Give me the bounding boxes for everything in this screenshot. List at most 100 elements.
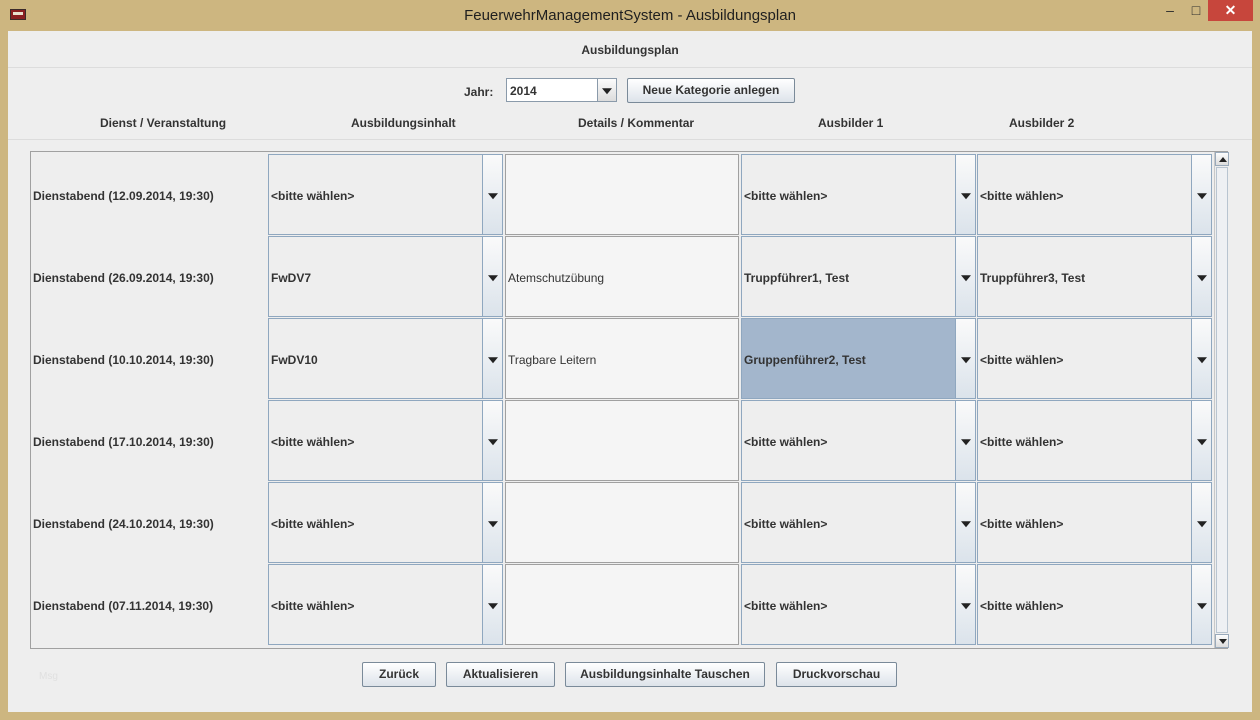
chevron-down-icon[interactable]	[955, 155, 975, 234]
content-combo[interactable]: <bitte wählen>	[268, 564, 503, 645]
trainer1-combo[interactable]: <bitte wählen>	[741, 564, 976, 645]
trainer1-combo[interactable]: <bitte wählen>	[741, 400, 976, 481]
chevron-down-icon[interactable]	[482, 319, 502, 398]
details-field[interactable]	[505, 154, 739, 235]
column-header-details: Details / Kommentar	[578, 116, 695, 130]
chevron-down-icon[interactable]	[482, 155, 502, 234]
chevron-down-icon[interactable]	[597, 79, 616, 101]
details-value: Atemschutzübung	[508, 271, 605, 285]
chevron-down-icon[interactable]	[482, 483, 502, 562]
content-value: <bitte wählen>	[271, 599, 355, 613]
refresh-button[interactable]: Aktualisieren	[446, 662, 555, 687]
back-button[interactable]: Zurück	[362, 662, 436, 687]
trainer1-value: <bitte wählen>	[744, 517, 828, 531]
close-button[interactable]: ✕	[1208, 0, 1253, 21]
minimize-button[interactable]: –	[1157, 0, 1183, 21]
trainer1-value: <bitte wählen>	[744, 435, 828, 449]
chevron-up-icon	[1219, 157, 1227, 162]
trainer2-combo[interactable]: <bitte wählen>	[977, 318, 1212, 399]
chevron-down-icon[interactable]	[1191, 319, 1211, 398]
scroll-thumb[interactable]	[1216, 167, 1228, 633]
swap-contents-button[interactable]: Ausbildungsinhalte Tauschen	[565, 662, 765, 687]
chevron-down-icon[interactable]	[1191, 155, 1211, 234]
trainer1-value: Gruppenführer2, Test	[744, 353, 866, 367]
trainer2-combo[interactable]: <bitte wählen>	[977, 154, 1212, 235]
details-field[interactable]	[505, 400, 739, 481]
chevron-down-icon[interactable]	[1191, 565, 1211, 644]
content-value: <bitte wählen>	[271, 435, 355, 449]
chevron-down-icon[interactable]	[955, 237, 975, 316]
trainer2-combo[interactable]: Truppführer3, Test	[977, 236, 1212, 317]
details-field[interactable]	[505, 564, 739, 645]
row-event-label: Dienstabend (12.09.2014, 19:30)	[33, 189, 214, 203]
page-title: Ausbildungsplan	[581, 43, 679, 57]
year-combo[interactable]: 2014	[506, 78, 617, 102]
year-value: 2014	[510, 84, 537, 98]
column-header-trainer2: Ausbilder 2	[1009, 116, 1075, 130]
vertical-scrollbar[interactable]	[1214, 152, 1229, 648]
content-value: <bitte wählen>	[271, 189, 355, 203]
content-value: FwDV7	[271, 271, 312, 285]
chevron-down-icon[interactable]	[1191, 237, 1211, 316]
window-title: FeuerwehrManagementSystem - Ausbildungsp…	[464, 7, 796, 24]
chevron-down-icon[interactable]	[1191, 401, 1211, 480]
content-combo[interactable]: <bitte wählen>	[268, 400, 503, 481]
details-value: Tragbare Leitern	[508, 353, 597, 367]
trainer1-combo[interactable]: Truppführer1, Test	[741, 236, 976, 317]
chevron-down-icon[interactable]	[482, 565, 502, 644]
content-combo[interactable]: <bitte wählen>	[268, 482, 503, 563]
content-combo[interactable]: FwDV7	[268, 236, 503, 317]
content-combo[interactable]: <bitte wählen>	[268, 154, 503, 235]
trainer1-combo[interactable]: <bitte wählen>	[741, 482, 976, 563]
content-value: FwDV10	[271, 353, 318, 367]
training-plan-table: Dienstabend (12.09.2014, 19:30) <bitte w…	[30, 151, 1229, 649]
divider	[8, 139, 1252, 140]
trainer2-value: <bitte wählen>	[980, 353, 1064, 367]
trainer1-value: <bitte wählen>	[744, 189, 828, 203]
application-window: FeuerwehrManagementSystem - Ausbildungsp…	[0, 0, 1260, 720]
trainer1-combo[interactable]: <bitte wählen>	[741, 154, 976, 235]
row-event-label: Dienstabend (10.10.2014, 19:30)	[33, 353, 214, 367]
row-event-label: Dienstabend (07.11.2014, 19:30)	[33, 599, 214, 613]
column-header-content: Ausbildungsinhalt	[351, 116, 456, 130]
column-header-trainer1: Ausbilder 1	[818, 116, 884, 130]
trainer2-value: <bitte wählen>	[980, 435, 1064, 449]
row-event-label: Dienstabend (24.10.2014, 19:30)	[33, 517, 214, 531]
print-preview-button[interactable]: Druckvorschau	[776, 662, 897, 687]
chevron-down-icon[interactable]	[955, 483, 975, 562]
chevron-down-icon[interactable]	[1191, 483, 1211, 562]
scroll-up-button[interactable]	[1215, 152, 1229, 166]
chevron-down-icon[interactable]	[482, 401, 502, 480]
trainer2-combo[interactable]: <bitte wählen>	[977, 400, 1212, 481]
trainer1-value: Truppführer1, Test	[744, 271, 850, 285]
chevron-down-icon[interactable]	[955, 401, 975, 480]
details-field[interactable]: Atemschutzübung	[505, 236, 739, 317]
chevron-down-icon[interactable]	[955, 319, 975, 398]
details-field[interactable]	[505, 482, 739, 563]
details-field[interactable]: Tragbare Leitern	[505, 318, 739, 399]
row-event-label: Dienstabend (26.09.2014, 19:30)	[33, 271, 214, 285]
content-combo[interactable]: FwDV10	[268, 318, 503, 399]
trainer2-value: Truppführer3, Test	[980, 271, 1086, 285]
new-category-button[interactable]: Neue Kategorie anlegen	[627, 78, 795, 103]
column-header-event: Dienst / Veranstaltung	[100, 116, 227, 130]
content-value: <bitte wählen>	[271, 517, 355, 531]
trainer1-value: <bitte wählen>	[744, 599, 828, 613]
chevron-down-icon[interactable]	[955, 565, 975, 644]
trainer2-combo[interactable]: <bitte wählen>	[977, 564, 1212, 645]
title-bar[interactable]: FeuerwehrManagementSystem - Ausbildungsp…	[0, 0, 1260, 31]
chevron-down-icon	[1219, 639, 1227, 644]
trainer2-combo[interactable]: <bitte wählen>	[977, 482, 1212, 563]
trainer2-value: <bitte wählen>	[980, 189, 1064, 203]
status-text: Msg	[39, 671, 58, 682]
trainer2-value: <bitte wählen>	[980, 517, 1064, 531]
maximize-button[interactable]: □	[1183, 0, 1209, 21]
scroll-down-button[interactable]	[1215, 634, 1229, 648]
trainer1-combo[interactable]: Gruppenführer2, Test	[741, 318, 976, 399]
client-area: Ausbildungsplan Jahr: 2014 Neue Kategori…	[8, 31, 1252, 712]
divider	[8, 67, 1252, 68]
row-event-label: Dienstabend (17.10.2014, 19:30)	[33, 435, 214, 449]
trainer2-value: <bitte wählen>	[980, 599, 1064, 613]
year-label: Jahr:	[464, 85, 494, 99]
chevron-down-icon[interactable]	[482, 237, 502, 316]
